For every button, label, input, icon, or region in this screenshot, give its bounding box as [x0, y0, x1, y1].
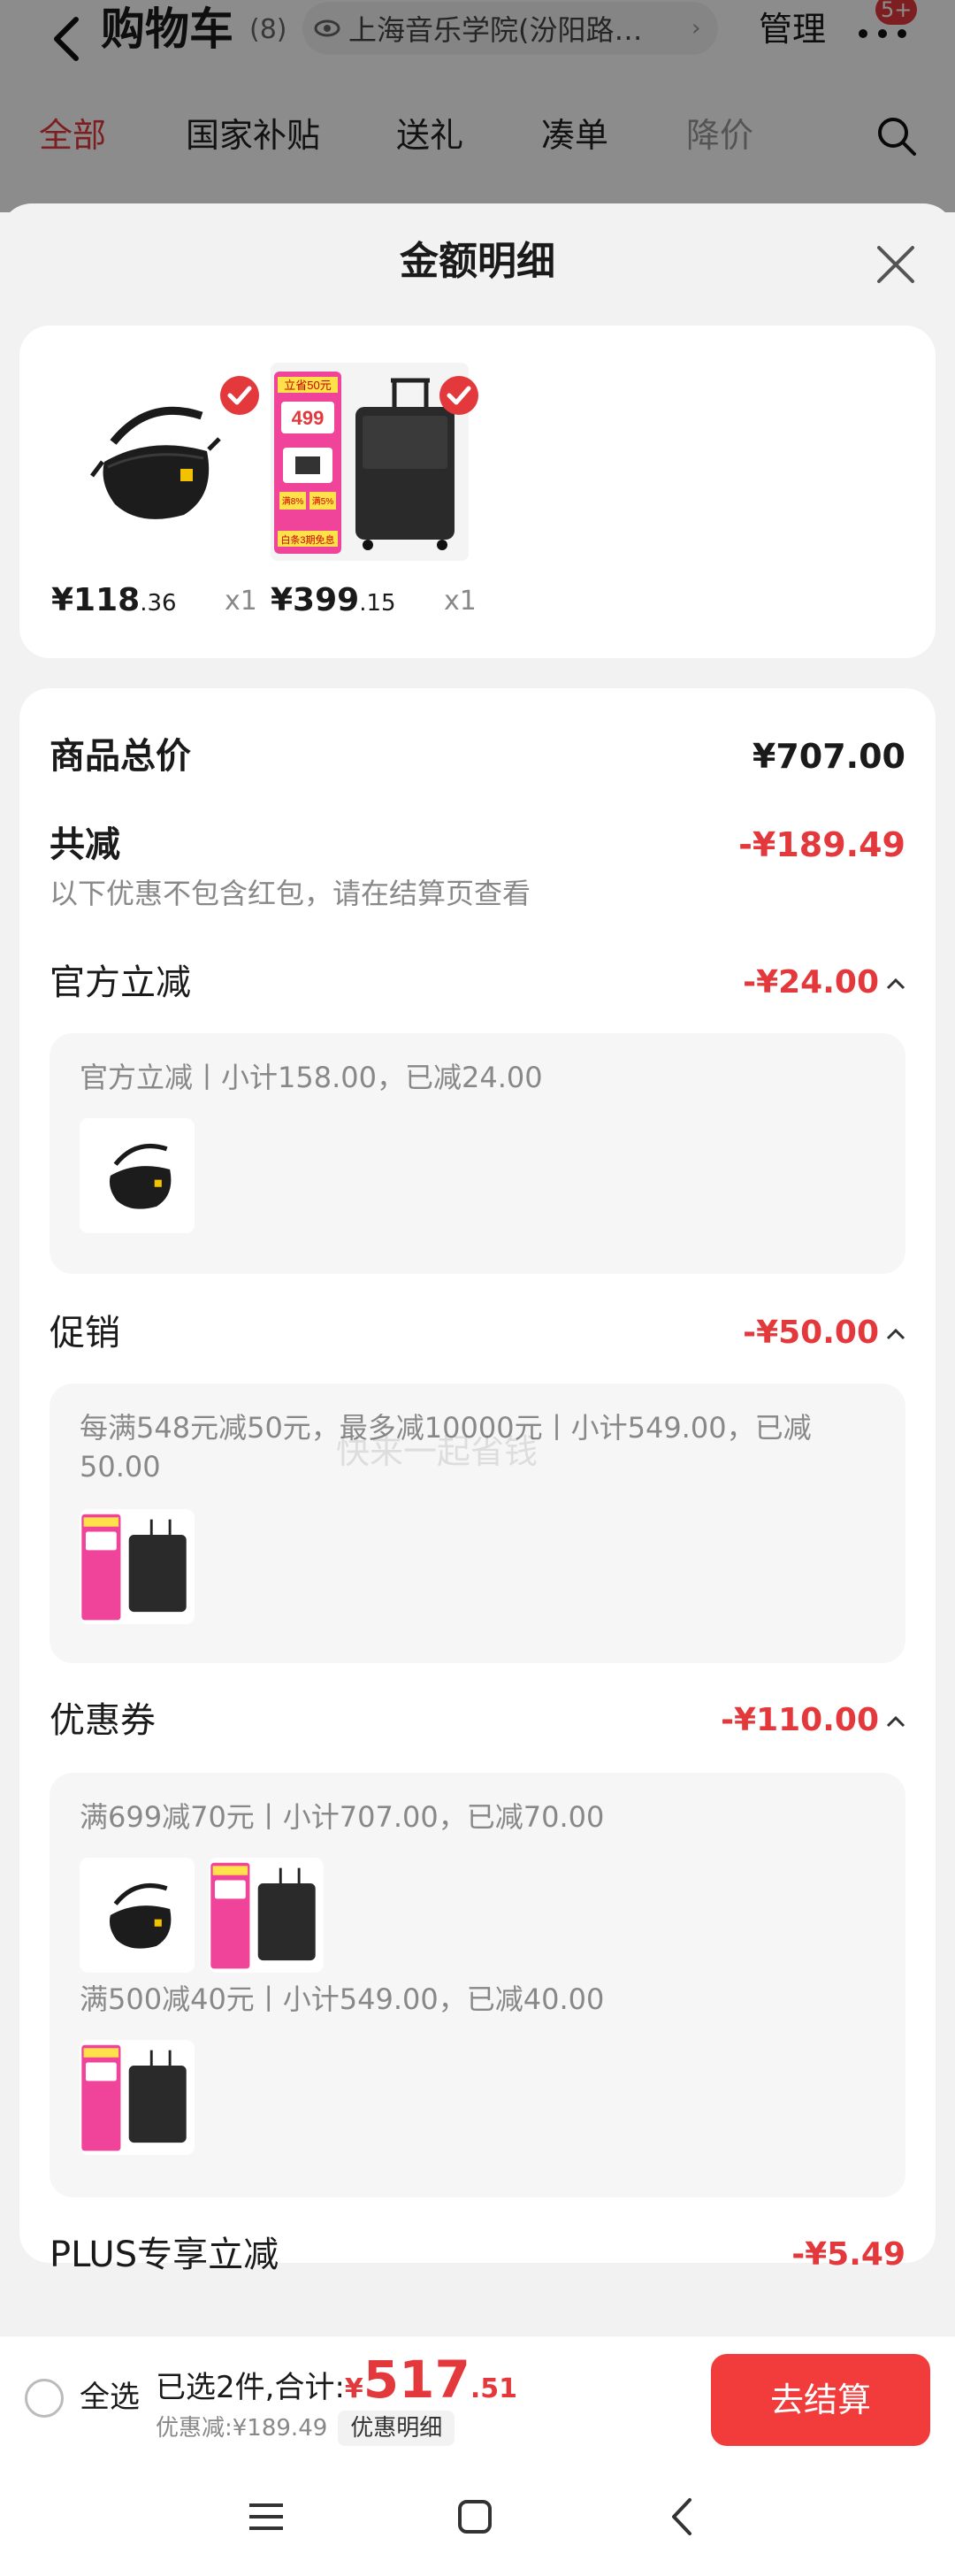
recent-apps-icon[interactable] [244, 2495, 288, 2539]
coupon-toggle[interactable]: -¥110.00 [721, 1697, 905, 1744]
select-all-radio[interactable] [25, 2379, 64, 2418]
discount-summary: 优惠减:¥189.49 优惠明细 [156, 2411, 455, 2446]
product-price: ¥399.15 [271, 582, 396, 618]
total-price: ¥517.51 [344, 2350, 518, 2410]
chevron-up-icon [886, 1715, 905, 1728]
promo-chip-text: 满5% [312, 496, 334, 507]
summary-prefix: 已选2件,合计: [156, 2370, 345, 2405]
checkout-button[interactable]: 去结算 [711, 2354, 930, 2446]
promo-top-text: 立省50元 [284, 379, 331, 392]
coupon-detail-text-2: 满500减40元丨小计549.00，已减40.00 [80, 1982, 605, 2016]
chevron-up-icon [886, 978, 905, 990]
system-nav-bar [0, 2459, 955, 2576]
plus-discount-label: PLUS专享立减 [50, 2235, 279, 2275]
promo-chip-text: 满8% [282, 496, 304, 507]
discount-note: 以下优惠不包含红包，请在结算页查看 [50, 877, 531, 910]
promo-price-text: 499 [292, 407, 325, 429]
discount-amount: 优惠减:¥189.49 [156, 2415, 328, 2442]
total-discount-value: -¥189.49 [738, 825, 905, 864]
official-discount-label: 官方立减 [50, 962, 191, 1003]
mini-product-suitcase [80, 1509, 195, 1624]
mini-product-bag [80, 1858, 195, 1973]
back-icon[interactable] [661, 2495, 706, 2539]
chevron-up-icon [886, 1328, 905, 1340]
selection-summary: 已选2件,合计:¥517.51 [156, 2350, 518, 2410]
mini-product-suitcase [80, 2040, 195, 2155]
coupon-detail-text-1: 满699减70元丨小计707.00，已减70.00 [80, 1800, 605, 1834]
promotion-toggle[interactable]: -¥50.00 [743, 1309, 905, 1357]
selected-products-card: ¥118.36 x1 立省50元 499 满8% 满5% 白条3期免息 ¥399… [19, 326, 936, 658]
modal-backdrop[interactable] [0, 0, 955, 212]
total-discount-label: 共减 [50, 824, 120, 865]
promotion-value: -¥50.00 [743, 1315, 879, 1351]
price-breakdown-card: 商品总价 ¥707.00 共减 -¥189.49 以下优惠不包含红包，请在结算页… [19, 688, 936, 2275]
official-discount-toggle[interactable]: -¥24.00 [743, 959, 905, 1007]
plus-discount-value: -¥5.49 [791, 2236, 905, 2273]
home-icon[interactable] [453, 2495, 497, 2539]
official-detail-text: 官方立减丨小计158.00，已减24.00 [80, 1061, 543, 1094]
official-discount-detail: 官方立减丨小计158.00，已减24.00 [50, 1033, 905, 1274]
goods-total-label: 商品总价 [50, 736, 191, 777]
checkout-bar: 全选 已选2件,合计:¥517.51 优惠减:¥189.49 优惠明细 去结算 [0, 2335, 955, 2459]
product-quantity: x1 [444, 586, 477, 617]
goods-total-value: ¥707.00 [752, 737, 905, 776]
amount-detail-sheet: 金额明细 ¥118.36 x1 立省50元 499 满8% 满5% 白条3期免息… [0, 203, 955, 2335]
watermark-text: 快来一起省钱 [336, 1432, 539, 1471]
product-price: ¥118.36 [51, 582, 177, 618]
close-icon[interactable] [870, 239, 921, 290]
coupon-label: 优惠券 [50, 1700, 156, 1741]
sheet-title: 金额明细 [400, 239, 555, 284]
checkmark-icon[interactable] [219, 375, 260, 416]
checkmark-icon[interactable] [439, 375, 479, 416]
coupon-value: -¥110.00 [721, 1702, 879, 1738]
discount-detail-button[interactable]: 优惠明细 [338, 2411, 455, 2446]
mini-product-suitcase [209, 1858, 324, 1973]
product-quantity: x1 [225, 586, 257, 617]
coupon-detail: 满699减70元丨小计707.00，已减70.00 满500减40元丨小计549… [50, 1773, 905, 2197]
mini-product-bag [80, 1118, 195, 1233]
promo-bottom-text: 白条3期免息 [280, 533, 334, 546]
select-all-label[interactable]: 全选 [80, 2377, 140, 2418]
official-discount-value: -¥24.00 [743, 964, 879, 1000]
promotion-label: 促销 [50, 1313, 120, 1353]
